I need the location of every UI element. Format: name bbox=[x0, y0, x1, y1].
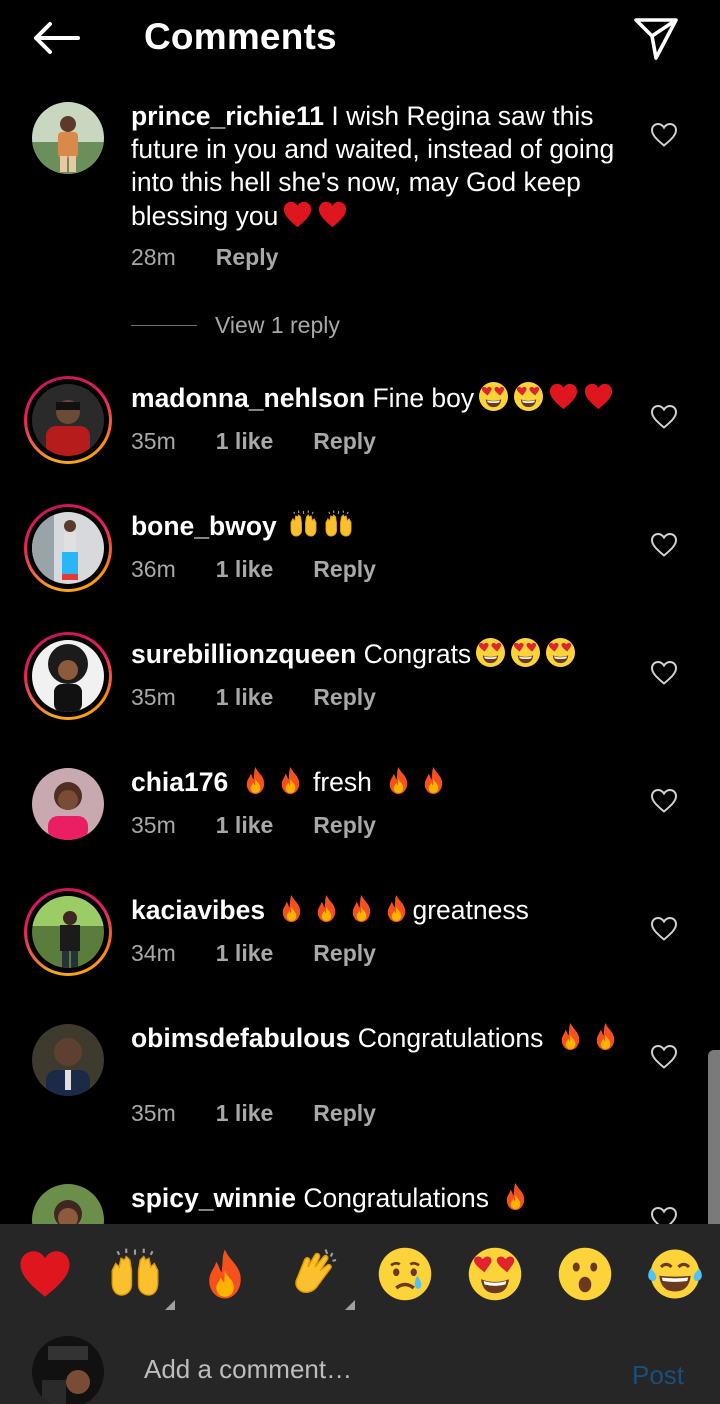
likes-count[interactable]: 1 like bbox=[216, 428, 274, 455]
avatar-story-ring[interactable] bbox=[24, 504, 112, 592]
heart-eyes-emoji-icon bbox=[513, 381, 544, 412]
send-icon[interactable] bbox=[630, 14, 682, 64]
fire-emoji-icon bbox=[500, 1181, 531, 1212]
comment-username[interactable]: madonna_nehlson bbox=[131, 383, 365, 413]
fire-emoji-icon bbox=[383, 765, 414, 796]
heart-eyes-emoji-icon bbox=[545, 637, 576, 668]
raised-hands-emoji-icon bbox=[323, 509, 354, 540]
comment-text: Congratulations bbox=[303, 1183, 489, 1213]
comment-text: Fine boy bbox=[372, 383, 475, 413]
reply-button[interactable]: Reply bbox=[313, 812, 376, 839]
crying-face-emoji-button-icon[interactable] bbox=[377, 1246, 433, 1302]
like-heart-icon[interactable] bbox=[650, 1044, 678, 1070]
heart-emoji-icon bbox=[317, 199, 348, 230]
likes-count[interactable]: 1 like bbox=[216, 940, 274, 967]
comment-time: 35m bbox=[131, 428, 176, 454]
comment-time: 28m bbox=[131, 244, 176, 270]
comment-list[interactable]: prince_richie11 I wish Regina saw this f… bbox=[0, 80, 720, 1224]
likes-count[interactable]: 1 like bbox=[216, 556, 274, 583]
fire-emoji-icon bbox=[311, 893, 342, 924]
heart-eyes-emoji-icon bbox=[510, 637, 541, 668]
comment-username[interactable]: kaciavibes bbox=[131, 895, 265, 925]
heart-emoji-icon bbox=[583, 381, 614, 412]
fire-emoji-icon bbox=[590, 1021, 621, 1052]
comment-time: 35m bbox=[131, 812, 176, 838]
my-avatar bbox=[32, 1336, 104, 1404]
fire-emoji-button-icon[interactable] bbox=[197, 1246, 253, 1302]
page-title: Comments bbox=[144, 16, 337, 57]
like-heart-icon[interactable] bbox=[650, 788, 678, 814]
fire-emoji-icon bbox=[276, 893, 307, 924]
clapping-hands-emoji-icon bbox=[287, 1246, 343, 1302]
view-replies-link[interactable]: View 1 reply bbox=[131, 312, 340, 339]
raised-hands-emoji-icon bbox=[288, 509, 319, 540]
like-heart-icon[interactable] bbox=[650, 1206, 678, 1224]
reply-button[interactable]: Reply bbox=[313, 684, 376, 711]
avatar[interactable] bbox=[32, 1184, 104, 1224]
skin-tone-indicator-icon bbox=[345, 1300, 355, 1310]
avatar-story-ring[interactable] bbox=[24, 632, 112, 720]
comment-time: 35m bbox=[131, 684, 176, 710]
reply-button[interactable]: Reply bbox=[313, 940, 376, 967]
heart-emoji-icon bbox=[548, 381, 579, 412]
likes-count[interactable]: 1 like bbox=[216, 1100, 274, 1127]
skin-tone-indicator-icon bbox=[165, 1300, 175, 1310]
clapping-hands-emoji-button[interactable] bbox=[287, 1246, 355, 1310]
heart-eyes-emoji-button-icon[interactable] bbox=[467, 1246, 523, 1302]
raised-hands-emoji-button[interactable] bbox=[107, 1246, 175, 1310]
likes-count[interactable]: 1 like bbox=[216, 812, 274, 839]
avatar[interactable] bbox=[32, 1024, 104, 1096]
comment-username[interactable]: obimsdefabulous bbox=[131, 1023, 350, 1053]
comment-composer: Post bbox=[0, 1324, 720, 1404]
heart-emoji-icon bbox=[282, 199, 313, 230]
avatar-story-ring[interactable] bbox=[24, 888, 112, 976]
comment-time: 36m bbox=[131, 556, 176, 582]
fire-emoji-icon bbox=[346, 893, 377, 924]
comment-time: 34m bbox=[131, 940, 176, 966]
reply-button[interactable]: Reply bbox=[313, 428, 376, 455]
view-replies-label: View 1 reply bbox=[215, 312, 340, 338]
like-heart-icon[interactable] bbox=[650, 916, 678, 942]
fire-emoji-icon bbox=[555, 1021, 586, 1052]
surprised-face-emoji-button-icon[interactable] bbox=[557, 1246, 613, 1302]
raised-hands-emoji-icon bbox=[107, 1246, 163, 1302]
fire-emoji-icon bbox=[240, 765, 271, 796]
comment-text: fresh bbox=[313, 767, 372, 797]
fire-emoji-icon bbox=[275, 765, 306, 796]
comment-username[interactable]: spicy_winnie bbox=[131, 1183, 296, 1213]
quick-emoji-bar bbox=[0, 1224, 720, 1324]
comment-text: greatness bbox=[412, 895, 529, 925]
heart-eyes-emoji-icon bbox=[478, 381, 509, 412]
comment-username[interactable]: prince_richie11 bbox=[131, 101, 324, 131]
reply-button[interactable]: Reply bbox=[313, 1100, 376, 1127]
comment-text: Congratulations bbox=[357, 1023, 544, 1053]
like-heart-icon[interactable] bbox=[650, 404, 678, 430]
avatar[interactable] bbox=[32, 768, 104, 840]
reply-button[interactable]: Reply bbox=[313, 556, 376, 583]
top-bar: Comments bbox=[0, 0, 720, 80]
comment-username[interactable]: bone_bwoy bbox=[131, 511, 277, 541]
heart-emoji-button-icon[interactable] bbox=[17, 1246, 73, 1302]
fire-emoji-icon bbox=[381, 893, 412, 924]
back-arrow-icon[interactable] bbox=[30, 18, 82, 58]
like-heart-icon[interactable] bbox=[650, 660, 678, 686]
comment-text: Congrats bbox=[363, 639, 472, 669]
like-heart-icon[interactable] bbox=[650, 122, 678, 148]
comment-time: 35m bbox=[131, 1100, 176, 1126]
like-heart-icon[interactable] bbox=[650, 532, 678, 558]
avatar[interactable] bbox=[32, 102, 104, 174]
comment-username[interactable]: surebillionzqueen bbox=[131, 639, 356, 669]
likes-count[interactable]: 1 like bbox=[216, 684, 274, 711]
comment-input[interactable] bbox=[144, 1354, 604, 1385]
divider-line bbox=[131, 325, 197, 326]
heart-eyes-emoji-icon bbox=[475, 637, 506, 668]
avatar-story-ring[interactable] bbox=[24, 376, 112, 464]
tears-of-joy-emoji-button-icon[interactable] bbox=[647, 1246, 703, 1302]
post-button[interactable]: Post bbox=[632, 1360, 684, 1391]
reply-button[interactable]: Reply bbox=[216, 244, 279, 271]
comment-username[interactable]: chia176 bbox=[131, 767, 228, 797]
fire-emoji-icon bbox=[418, 765, 449, 796]
